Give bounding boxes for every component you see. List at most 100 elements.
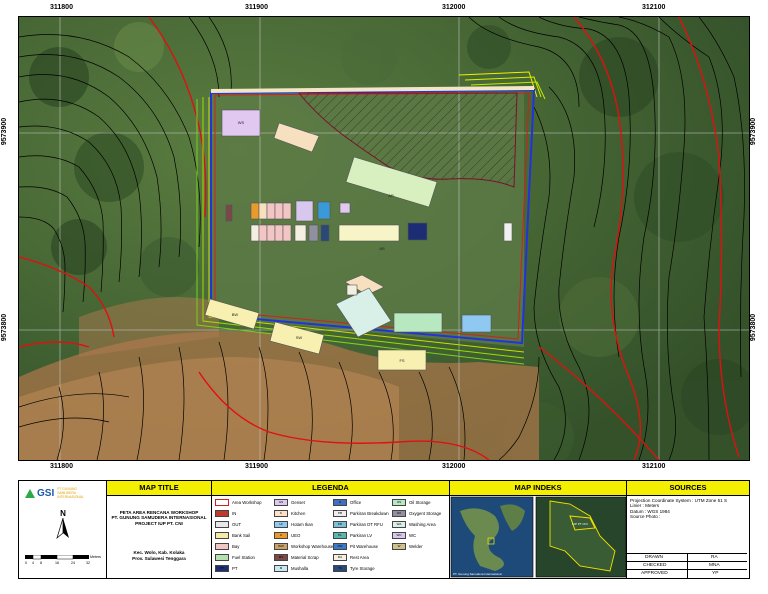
legend-swatch: U (274, 531, 288, 539)
legend-label: OUT (232, 521, 242, 527)
legend-item: Area Workshop (215, 498, 262, 506)
legend-swatch: OX (392, 509, 406, 517)
legend-swatch (215, 509, 229, 517)
legend-item: W Welder (392, 542, 423, 550)
legend-label: Kitchen (291, 510, 306, 516)
legend-swatch: HI (274, 520, 288, 528)
legend-swatch: PT (215, 564, 229, 572)
legend-label: PT (232, 565, 238, 571)
map-title-header: MAP TITLE (107, 481, 211, 496)
title-block-panel: GSI PT GUNUNG SAMUDERA INTERNASIONAL N M… (18, 480, 750, 579)
map-index-section: MAP INDEKS PT. Gunung Samudera Internasi… (450, 481, 627, 578)
source-photo: Source Photo : (630, 514, 661, 520)
legend-item: PB Parkiran Breakdown (333, 509, 389, 517)
legend-swatch: GS (274, 498, 288, 506)
legend-swatch: PB (333, 509, 347, 517)
northing-label-right-1: 9573900 (750, 117, 758, 146)
legend-swatch: OS (392, 498, 406, 506)
legend-item: WW Workshop Warehouse (274, 542, 333, 550)
legend-item: Fuel Station (215, 553, 255, 561)
legend-swatch: WA (392, 520, 406, 528)
legend-swatch: O (333, 498, 347, 506)
legend-item: K Kitchen (274, 509, 305, 517)
legend-label: Mushalla (291, 565, 309, 571)
legend-item: MS Material Scrap (274, 553, 319, 561)
sources-header: SOURCES (627, 481, 749, 496)
map-index-header: MAP INDEKS (450, 481, 626, 496)
area-label-bank-1: BW (232, 312, 239, 317)
northing-label-left-1: 9573900 (1, 117, 9, 146)
scale-bar: Meters 0 4 8 16 24 32 (25, 555, 103, 573)
scale-tick-1: 4 (32, 561, 34, 565)
legend-item: O Office (333, 498, 361, 506)
legend-swatch (215, 542, 229, 550)
easting-label-bottom-4: 312100 (642, 463, 666, 470)
legend-swatch (215, 498, 229, 506)
legend-swatch: W (392, 542, 406, 550)
legend-swatch: WW (274, 542, 288, 550)
legend-item: RA Rest Area (333, 553, 369, 561)
legend-label: Genset (291, 499, 305, 505)
scale-tick-5: 32 (86, 561, 90, 565)
legend-label: Fuel Station (232, 554, 255, 560)
legend-item: HI Hotam Ikan (274, 520, 313, 528)
legend-label: Welder (409, 543, 423, 549)
legend-item: Bank Sail (215, 531, 250, 539)
sign-role-approved: APPROVED (641, 571, 668, 576)
north-label: N (60, 509, 66, 518)
legend-label: UEO (291, 532, 301, 538)
easting-label-top-1: 311800 (50, 4, 73, 11)
legend-label: Office (350, 499, 362, 505)
legend-label: Washing Area (409, 521, 436, 527)
logo-triangle-icon (25, 489, 35, 499)
legend-item: OX Oxygent Storage (392, 509, 441, 517)
legend-label: Material Scrap (291, 554, 319, 560)
legend-item: WC WC (392, 531, 416, 539)
map-location-line-2: Prov. Sulawesi Tenggara (132, 555, 186, 561)
legend-label: Parkiran DT RFU (350, 521, 383, 527)
legend-label: Rest Area (350, 554, 369, 560)
legend-label: Workshop Warehouse (291, 543, 334, 549)
legend-swatch: M (274, 564, 288, 572)
sources-section: SOURCES Projection Coordinate System : U… (627, 481, 749, 578)
legend-label: Oil Storage (409, 499, 431, 505)
legend-label: Parkiran Breakdown (350, 510, 389, 516)
scale-tick-3: 16 (55, 561, 59, 565)
legend-item: PD Parkiran DT RFU (333, 520, 383, 528)
legend-section: LEGENDA Area Workshop IN OUT Bank Sail Bay Fu… (212, 481, 450, 578)
legend-swatch: PL (333, 531, 347, 539)
easting-label-top-3: 312000 (442, 4, 466, 11)
workshop-label: WS (238, 120, 245, 125)
legend-swatch: K (274, 509, 288, 517)
easting-label-bottom-1: 311800 (50, 463, 73, 470)
legend-item: U UEO (274, 531, 300, 539)
sign-initials-approved: YP (712, 571, 719, 576)
legend-swatch: MS (274, 553, 288, 561)
scale-tick-2: 8 (40, 561, 42, 565)
legend-label: WC (409, 532, 417, 538)
logo-mark: GSI (37, 488, 55, 500)
scale-tick-0: 0 (25, 561, 27, 565)
north-arrow-icon (56, 517, 69, 540)
legend-swatch (215, 531, 229, 539)
legend-header: LEGENDA (212, 481, 449, 496)
legend-item: PL Parkiran LV (333, 531, 372, 539)
area-label-bank-2: SW (296, 335, 303, 340)
legend-label: Pit Warehouse (350, 543, 379, 549)
northing-label-right-2: 9573800 (750, 313, 758, 342)
map-title-line-3: PROJECT IUP PT. CNI (135, 520, 183, 526)
legend-item: WA Washing Area (392, 520, 436, 528)
logo-section: GSI PT GUNUNG SAMUDERA INTERNASIONAL N M… (19, 481, 107, 578)
scale-bar-graphic (25, 555, 89, 560)
map-index-site-label: IUP PT CNI (572, 522, 588, 526)
legend-item: GS Genset (274, 498, 305, 506)
scale-unit: Meters (90, 555, 101, 559)
easting-label-top-4: 312100 (642, 4, 666, 11)
legend-swatch: TS (333, 564, 347, 572)
legend-swatch (215, 520, 229, 528)
legend-item: OUT (215, 520, 241, 528)
north-arrow: N (53, 509, 73, 543)
map-frame[interactable]: BW SW FS AR AR WS (18, 16, 750, 461)
easting-label-top-2: 311900 (245, 4, 268, 11)
legend-label: Tyre Storage (350, 565, 375, 571)
